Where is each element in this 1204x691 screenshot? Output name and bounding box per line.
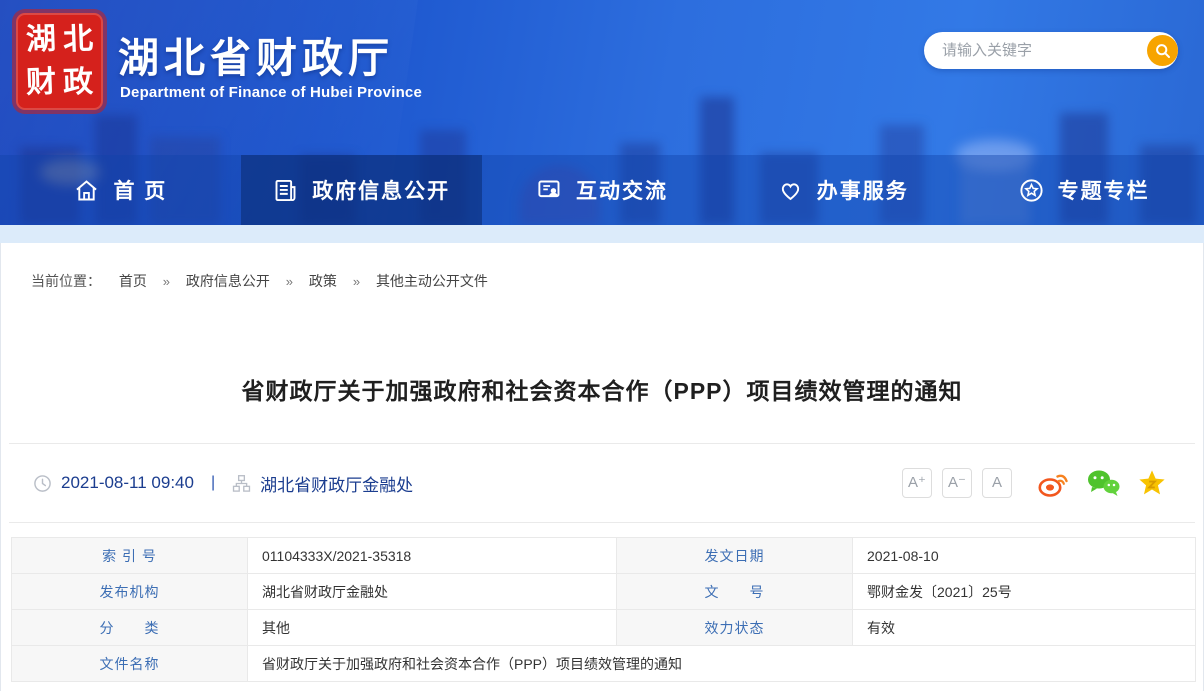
- breadcrumb-item-home[interactable]: 首页: [119, 273, 147, 289]
- font-reset-button[interactable]: A: [982, 468, 1012, 498]
- breadcrumb-separator: »: [353, 274, 360, 289]
- light-blue-divider-strip: [0, 225, 1204, 243]
- doc-category-value: 其他: [248, 610, 617, 646]
- doc-validity-status-value: 有效: [853, 610, 1196, 646]
- font-decrease-button[interactable]: A⁻: [942, 468, 972, 498]
- doc-category-label: 分 类: [12, 610, 248, 646]
- doc-issuing-agency-label: 发布机构: [12, 574, 248, 610]
- breadcrumb-separator: »: [286, 274, 293, 289]
- weibo-icon[interactable]: [1038, 470, 1069, 497]
- breadcrumb-separator: »: [163, 274, 170, 289]
- clock-icon: [33, 474, 52, 493]
- share-group: [1038, 469, 1167, 497]
- breadcrumb: 当前位置： 首页 » 政府信息公开 » 政策 » 其他主动公开文件: [1, 243, 1203, 289]
- nav-item-special-columns[interactable]: 专题专栏: [963, 155, 1204, 225]
- publish-datetime: 2021-08-11 09:40: [61, 473, 194, 493]
- seal-char: 财: [25, 67, 56, 98]
- article-meta-left: 2021-08-11 09:40 | 湖北省财政厅金融处: [9, 471, 413, 496]
- doc-issuing-agency-value: 湖北省财政厅金融处: [248, 574, 617, 610]
- doc-validity-status-label: 效力状态: [617, 610, 853, 646]
- meta-separator: |: [211, 474, 215, 492]
- article-meta-bar: 2021-08-11 09:40 | 湖北省财政厅金融处 A⁺ A⁻ A: [9, 443, 1195, 523]
- wechat-icon[interactable]: [1086, 469, 1120, 497]
- doc-file-name-label: 文件名称: [12, 646, 248, 682]
- search-button[interactable]: [1147, 35, 1178, 66]
- document-info-table: 索 引 号 01104333X/2021-35318 发文日期 2021-08-…: [11, 537, 1196, 682]
- seal-char: 湖: [25, 25, 56, 56]
- breadcrumb-label: 当前位置：: [31, 273, 101, 289]
- doc-index-number-label: 索 引 号: [12, 538, 248, 574]
- nav-item-services[interactable]: 办事服务: [722, 155, 963, 225]
- breadcrumb-item-other-public-files[interactable]: 其他主动公开文件: [376, 273, 488, 289]
- nav-item-gov-info[interactable]: 政府信息公开: [241, 155, 482, 225]
- doc-issue-date-value: 2021-08-10: [853, 538, 1196, 574]
- nav-item-home[interactable]: 首 页: [0, 155, 241, 225]
- seal-char: 北: [63, 25, 94, 56]
- content-panel: 当前位置： 首页 » 政府信息公开 » 政策 » 其他主动公开文件 省财政厅关于…: [0, 243, 1204, 691]
- nav-item-label: 政府信息公开: [312, 175, 450, 205]
- doc-index-number-value: 01104333X/2021-35318: [248, 538, 617, 574]
- main-nav: 首 页 政府信息公开 互动交流: [0, 155, 1204, 225]
- nav-item-label: 办事服务: [817, 175, 909, 205]
- search-icon: [1155, 43, 1171, 59]
- star-circle-icon: [1018, 177, 1045, 204]
- search-box: [924, 32, 1178, 69]
- publish-source[interactable]: 湖北省财政厅金融处: [260, 471, 413, 496]
- qzone-icon[interactable]: [1137, 469, 1167, 497]
- table-row: 发布机构 湖北省财政厅金融处 文 号 鄂财金发〔2021〕25号: [12, 574, 1196, 610]
- nav-item-label: 专题专栏: [1058, 175, 1150, 205]
- table-row: 索 引 号 01104333X/2021-35318 发文日期 2021-08-…: [12, 538, 1196, 574]
- heart-icon: [777, 177, 804, 204]
- interaction-icon: [536, 177, 563, 204]
- breadcrumb-item-policy[interactable]: 政策: [309, 273, 337, 289]
- gov-info-icon: [272, 177, 299, 204]
- hubei-finance-seal-logo: 湖 北 财 政: [16, 13, 103, 110]
- doc-file-name-value: 省财政厅关于加强政府和社会资本合作（PPP）项目绩效管理的通知: [248, 646, 1196, 682]
- site-subtitle-english: Department of Finance of Hubei Province: [120, 84, 422, 101]
- nav-item-label: 首 页: [113, 175, 167, 205]
- article-title: 省财政厅关于加强政府和社会资本合作（PPP）项目绩效管理的通知: [1, 378, 1203, 405]
- table-row: 文件名称 省财政厅关于加强政府和社会资本合作（PPP）项目绩效管理的通知: [12, 646, 1196, 682]
- nav-item-interaction[interactable]: 互动交流: [482, 155, 723, 225]
- font-increase-button[interactable]: A⁺: [902, 468, 932, 498]
- doc-number-value: 鄂财金发〔2021〕25号: [853, 574, 1196, 610]
- org-sitemap-icon: [232, 474, 251, 493]
- nav-item-label: 互动交流: [576, 175, 668, 205]
- doc-number-label: 文 号: [617, 574, 853, 610]
- seal-char: 政: [63, 67, 94, 98]
- home-icon: [73, 177, 100, 204]
- search-input[interactable]: [924, 32, 1147, 69]
- breadcrumb-item-gov-info[interactable]: 政府信息公开: [186, 273, 270, 289]
- doc-issue-date-label: 发文日期: [617, 538, 853, 574]
- site-header: 湖 北 财 政 湖北省财政厅 Department of Finance of …: [0, 0, 1204, 225]
- site-title: 湖北省财政厅: [118, 24, 394, 84]
- table-row: 分 类 其他 效力状态 有效: [12, 610, 1196, 646]
- article-meta-right: A⁺ A⁻ A: [902, 468, 1195, 498]
